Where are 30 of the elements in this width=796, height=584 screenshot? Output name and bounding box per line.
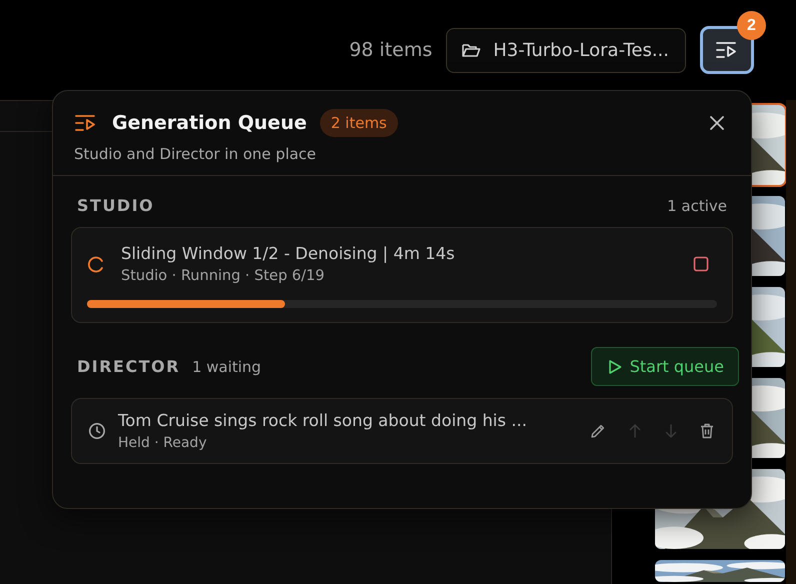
edit-button[interactable]	[590, 423, 606, 439]
job-meta: Studio · Running · Step 6/19	[121, 268, 326, 284]
folder-icon	[461, 41, 482, 59]
arrow-down-icon	[664, 423, 678, 439]
item-meta: Held · Ready	[118, 435, 208, 451]
arrow-up-icon	[628, 423, 642, 439]
clock-icon	[88, 422, 106, 440]
section-status: 1 active	[667, 196, 727, 214]
section-heading: DIRECTOR	[77, 357, 180, 376]
item-count-badge: 2 items	[320, 109, 398, 137]
start-queue-button[interactable]: Start queue	[590, 347, 739, 386]
delete-button[interactable]	[700, 423, 714, 439]
stop-icon	[693, 256, 709, 272]
close-icon	[709, 115, 725, 131]
folder-button[interactable]: H3-Turbo-Lora-Tes...	[446, 28, 686, 72]
spinner-icon	[87, 255, 105, 273]
queue-icon	[74, 113, 98, 133]
item-title: Tom Cruise sings rock roll song about doing his ...	[118, 411, 528, 430]
queue-icon	[715, 40, 739, 60]
scrollbar[interactable]	[786, 100, 796, 584]
play-icon	[608, 358, 622, 374]
trash-icon	[700, 423, 714, 439]
popover-title: Generation Queue	[112, 112, 307, 134]
section-heading: STUDIO	[77, 196, 154, 215]
section-status: 1 waiting	[192, 358, 262, 376]
item-count: 98 items	[349, 39, 432, 61]
job-title: Sliding Window 1/2 - Denoising | 4m 14s	[121, 244, 456, 263]
notification-badge: 2	[737, 11, 766, 40]
popover-subtitle: Studio and Director in one place	[74, 145, 318, 163]
pencil-icon	[590, 423, 606, 439]
